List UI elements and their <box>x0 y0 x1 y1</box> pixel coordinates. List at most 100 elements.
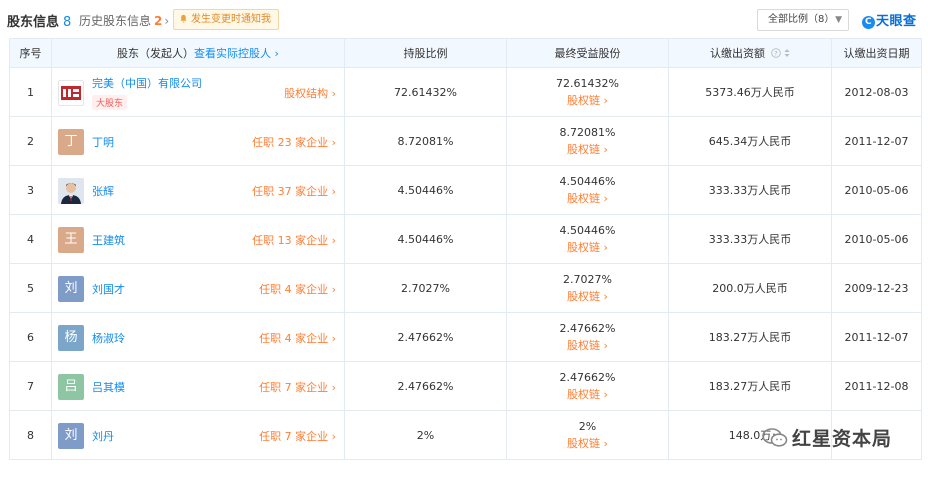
ratio-value: 2.7027% <box>401 281 450 295</box>
wechat-watermark: 红星资本局 <box>762 423 932 457</box>
row-index: 5 <box>9 263 52 313</box>
date-cell: 2010-05-06 <box>831 165 922 215</box>
chevron-right-icon: › <box>328 87 336 100</box>
col-index: 序号 <box>9 38 52 68</box>
chevron-right-icon: › <box>600 387 608 401</box>
holder-name-link[interactable]: 王建筑 <box>92 232 125 248</box>
chevron-right-icon: › <box>328 430 336 443</box>
chevron-right-icon: › <box>600 338 608 352</box>
ratio-value: 2.47662% <box>397 379 454 393</box>
capital-cell: 200.0万人民币 <box>668 263 832 313</box>
holder-name-link[interactable]: 张辉 <box>92 183 114 199</box>
capital-value: 200.0万人民币 <box>712 282 788 295</box>
notify-label: 发生变更时通知我 <box>191 14 271 25</box>
ratio-cell: 8.72081% <box>344 116 507 166</box>
equity-chain-label: 股权链 <box>567 191 601 205</box>
view-controller-label: 查看实际控股人 <box>194 47 272 60</box>
person-photo-icon <box>58 178 84 204</box>
help-icon[interactable]: ? <box>770 48 781 58</box>
ratio-cell: 4.50446% <box>344 165 507 215</box>
caret-down-icon: ▼ <box>835 15 842 25</box>
ratio-value: 2% <box>416 428 435 442</box>
equity-chain-link[interactable]: 股权链 › <box>507 288 668 304</box>
holder-cell: 完美（中国）有限公司 大股东 股权结构 › <box>51 67 345 117</box>
holder-name-link[interactable]: 吕其模 <box>92 379 125 395</box>
col-capital-label: 认缴出资额 <box>710 47 765 60</box>
avatar: 刘 <box>58 276 84 302</box>
holder-cell: 丁丁明 任职 23 家企业 › <box>51 116 345 166</box>
equity-chain-link[interactable]: 股权链 › <box>507 239 668 255</box>
date-value: 2010-05-06 <box>844 183 909 197</box>
ratio-filter-select[interactable]: 全部比例（8） ▼ <box>757 9 849 31</box>
holder-detail-link[interactable]: 任职 37 家企业 › <box>252 183 336 199</box>
ratio-value: 4.50446% <box>397 183 454 197</box>
holder-name-link[interactable]: 刘丹 <box>92 428 114 444</box>
holder-name-link[interactable]: 丁明 <box>92 134 114 150</box>
col-capital[interactable]: 认缴出资额 ? <box>668 38 832 68</box>
holder-detail-link[interactable]: 任职 23 家企业 › <box>252 134 336 150</box>
view-controller-link[interactable]: 查看实际控股人 › <box>194 47 279 60</box>
holder-name-link[interactable]: 刘国才 <box>92 281 125 297</box>
beneficial-cell: 4.50446% 股权链 › <box>506 165 669 215</box>
tab-history-label: 历史股东信息 <box>79 14 152 28</box>
date-value: 2011-12-08 <box>844 379 909 393</box>
date-cell: 2009-12-23 <box>831 263 922 313</box>
tab-shareholder-info[interactable]: 股东信息 8 <box>7 11 71 30</box>
equity-chain-link[interactable]: 股权链 › <box>507 141 668 157</box>
svg-text:?: ? <box>774 49 777 57</box>
holder-detail-label: 任职 4 家企业 <box>259 283 329 296</box>
beneficial-value: 8.72081% <box>559 125 616 139</box>
tianyancha-logo: C 天眼查 <box>862 10 917 29</box>
beneficial-value: 4.50446% <box>559 223 616 237</box>
equity-chain-label: 股权链 <box>567 93 601 107</box>
tab-shareholder-info-count: 8 <box>63 15 72 30</box>
holder-detail-link[interactable]: 任职 4 家企业 › <box>259 330 336 346</box>
holder-name-link[interactable]: 杨淑玲 <box>92 330 125 346</box>
holder-name-link[interactable]: 完美（中国）有限公司 <box>92 75 202 91</box>
holder-cell: 刘刘丹 任职 7 家企业 › <box>51 410 345 460</box>
ratio-cell: 72.61432% <box>344 67 507 117</box>
equity-chain-link[interactable]: 股权链 › <box>507 386 668 402</box>
table-row: 4 王王建筑 任职 13 家企业 › 4.50446% 4.50446% 股权链 › 333… <box>9 214 922 264</box>
equity-chain-link[interactable]: 股权链 › <box>507 435 668 451</box>
holder-cell: 刘刘国才 任职 4 家企业 › <box>51 263 345 313</box>
equity-chain-link[interactable]: 股权链 › <box>507 337 668 353</box>
holder-wrap: 王王建筑 任职 13 家企业 › <box>52 215 344 263</box>
capital-value: 5373.46万人民币 <box>705 86 795 99</box>
row-index-value: 4 <box>27 232 34 246</box>
ratio-value: 4.50446% <box>397 232 454 246</box>
equity-chain-link[interactable]: 股权链 › <box>507 190 668 206</box>
holder-detail-link[interactable]: 任职 7 家企业 › <box>259 379 336 395</box>
notify-on-change-button[interactable]: 发生变更时通知我 <box>173 9 279 30</box>
table-row: 1 完美（中国）有限公司 大股东 股权结构 › 72.61432% 72.61432% 股权… <box>9 67 922 117</box>
equity-chain-link[interactable]: 股权链 › <box>507 92 668 108</box>
holder-detail-link[interactable]: 任职 4 家企业 › <box>259 281 336 297</box>
ratio-cell: 2.47662% <box>344 312 507 362</box>
beneficial-value: 72.61432% <box>556 76 619 90</box>
table-row: 7 吕吕其模 任职 7 家企业 › 2.47662% 2.47662% 股权链 › 183.… <box>9 361 922 411</box>
chevron-right-icon: › <box>328 185 336 198</box>
holder-detail-label: 任职 13 家企业 <box>252 234 329 247</box>
beneficial-value: 2.47662% <box>559 370 616 384</box>
equity-chain-label: 股权链 <box>567 436 601 450</box>
holder-wrap: 吕吕其模 任职 7 家企业 › <box>52 362 344 410</box>
holder-detail-link[interactable]: 股权结构 › <box>284 85 336 101</box>
capital-cell: 645.34万人民币 <box>668 116 832 166</box>
tab-history-shareholders[interactable]: 历史股东信息 2 › <box>79 12 169 29</box>
beneficial-cell: 2% 股权链 › <box>506 410 669 460</box>
row-index-value: 5 <box>27 281 34 295</box>
holder-detail-link[interactable]: 任职 13 家企业 › <box>252 232 336 248</box>
chevron-right-icon: › <box>600 436 608 450</box>
col-date: 认缴出资日期 <box>831 38 922 68</box>
chevron-right-icon: › <box>600 191 608 205</box>
row-index: 1 <box>9 67 52 117</box>
chevron-right-icon: › <box>600 289 608 303</box>
bell-icon <box>180 14 187 23</box>
logo-mark-icon: C <box>862 16 875 29</box>
beneficial-cell: 2.47662% 股权链 › <box>506 361 669 411</box>
holder-detail-link[interactable]: 任职 7 家企业 › <box>259 428 336 444</box>
holder-detail-label: 股权结构 <box>284 87 329 100</box>
sort-icon[interactable] <box>784 48 790 58</box>
row-index: 2 <box>9 116 52 166</box>
table-row: 6 杨杨淑玲 任职 4 家企业 › 2.47662% 2.47662% 股权链 › 183.… <box>9 312 922 362</box>
